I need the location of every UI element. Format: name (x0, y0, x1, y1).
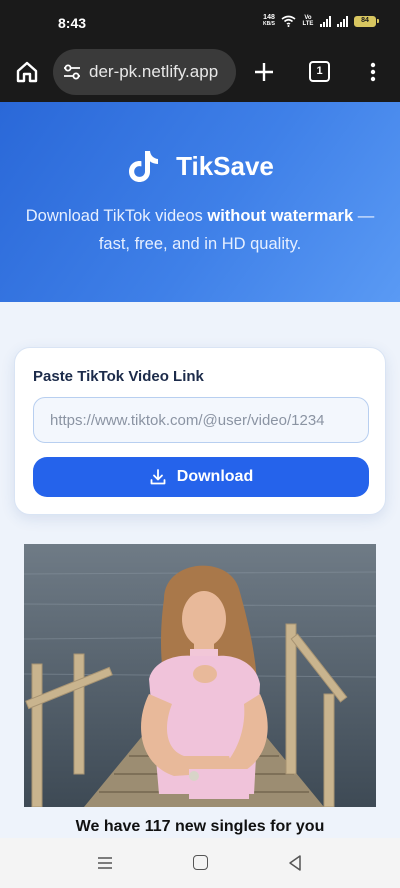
system-nav-bar (0, 838, 400, 888)
tagline: Download TikTok videos without watermark… (20, 202, 380, 258)
download-card: Paste TikTok Video Link Download (14, 347, 386, 515)
battery-icon: 84 (354, 15, 379, 27)
site-settings-icon[interactable] (61, 61, 83, 83)
signal-icon (320, 15, 331, 27)
brand-name: TikSave (176, 150, 274, 181)
link-label: Paste TikTok Video Link (33, 368, 204, 385)
hero-banner: TikSave Download TikTok videos without w… (0, 102, 400, 302)
download-icon (150, 469, 166, 485)
video-link-input[interactable] (33, 397, 369, 443)
tiktok-logo-icon (129, 151, 159, 182)
status-time: 8:43 (58, 15, 87, 31)
more-menu-icon[interactable] (365, 60, 381, 84)
signal-icon-2 (337, 15, 348, 27)
back-icon[interactable] (287, 854, 303, 872)
download-button-label: Download (176, 468, 254, 485)
status-bar: 8:43 148 KB/S Vo LTE 84 (0, 0, 400, 44)
url-text: der-pk.netlify.app (89, 62, 219, 81)
network-speed-unit: KB/S (263, 21, 275, 27)
brand: TikSave (0, 148, 400, 184)
ad-photo (24, 544, 376, 807)
home-nav-icon[interactable] (193, 855, 208, 870)
home-icon[interactable] (14, 59, 40, 85)
tagline-start: Download TikTok videos (25, 207, 208, 225)
network-speed-value: 148 (263, 14, 275, 21)
new-tab-icon[interactable] (252, 60, 276, 84)
wifi-icon (281, 15, 296, 27)
status-indicators: 148 KB/S Vo LTE 84 (263, 14, 379, 28)
address-bar[interactable]: der-pk.netlify.app (53, 49, 236, 95)
volte-indicator: Vo LTE (302, 15, 314, 27)
ad-caption[interactable]: We have 117 new singles for you (0, 818, 400, 836)
tab-switcher-button[interactable]: 1 (309, 61, 330, 82)
tagline-emphasis: without watermark (207, 207, 354, 225)
network-speed: 148 KB/S (263, 14, 275, 28)
download-button[interactable]: Download (33, 457, 369, 497)
browser-toolbar: der-pk.netlify.app 1 (0, 44, 400, 102)
ad-image[interactable] (24, 544, 376, 807)
recents-icon[interactable] (97, 856, 113, 870)
